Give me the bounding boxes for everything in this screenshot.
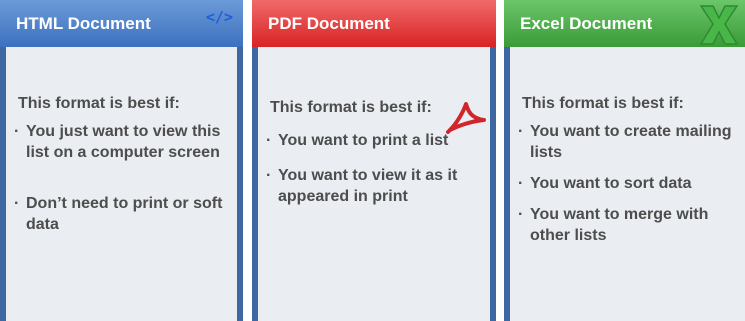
list-item: · Don’t need to print or soft data (12, 193, 232, 235)
list-item: · You want to merge with other lists (516, 204, 745, 246)
bullet: · (14, 195, 20, 212)
list-item: · You want to create mailing lists (516, 121, 745, 163)
card-title: HTML Document (16, 14, 151, 33)
bullet: · (518, 206, 524, 223)
pdf-document-header[interactable]: PDF Document (252, 0, 496, 47)
card-title: Excel Document (520, 14, 653, 33)
format-cards: HTML Document </> This format is best if… (0, 0, 745, 321)
card-intro: This format is best if: (270, 99, 432, 116)
pdf-document-card[interactable]: PDF Document This format is best if: · Y… (252, 0, 496, 321)
card-items: · You just want to view this list on a c… (12, 121, 232, 235)
bullet: · (518, 123, 524, 140)
bullet: · (14, 123, 20, 140)
list-item-text: You want to create mailing lists (530, 123, 732, 161)
code-icon: </> (205, 8, 233, 26)
card-intro: This format is best if: (18, 95, 180, 112)
list-item: · You just want to view this list on a c… (12, 121, 232, 163)
excel-icon (699, 5, 739, 45)
bullet: · (266, 167, 272, 184)
excel-document-header[interactable]: Excel Document (504, 0, 745, 47)
html-document-card[interactable]: HTML Document </> This format is best if… (0, 0, 243, 321)
excel-document-card[interactable]: Excel Document This format is best if: ·… (504, 0, 745, 321)
html-document-header[interactable]: HTML Document </> (0, 0, 243, 47)
card-items: · You want to create mailing lists · You… (516, 121, 745, 246)
card-intro: This format is best if: (522, 95, 684, 112)
list-item-text: You want to sort data (530, 175, 692, 192)
card-items: · You want to print a list · You want to… (264, 130, 484, 207)
list-item: · You want to view it as it appeared in … (264, 165, 484, 207)
list-item: · You want to print a list (264, 130, 484, 151)
bullet: · (518, 175, 524, 192)
bullet: · (266, 132, 272, 149)
list-item: · You want to sort data (516, 173, 745, 194)
list-item-text: You just want to view this list on a com… (26, 123, 221, 161)
card-title: PDF Document (268, 14, 390, 33)
list-item-text: You want to print a list (278, 132, 449, 149)
list-item-text: You want to merge with other lists (530, 206, 709, 244)
list-item-text: Don’t need to print or soft data (26, 195, 223, 233)
list-item-text: You want to view it as it appeared in pr… (278, 167, 458, 205)
